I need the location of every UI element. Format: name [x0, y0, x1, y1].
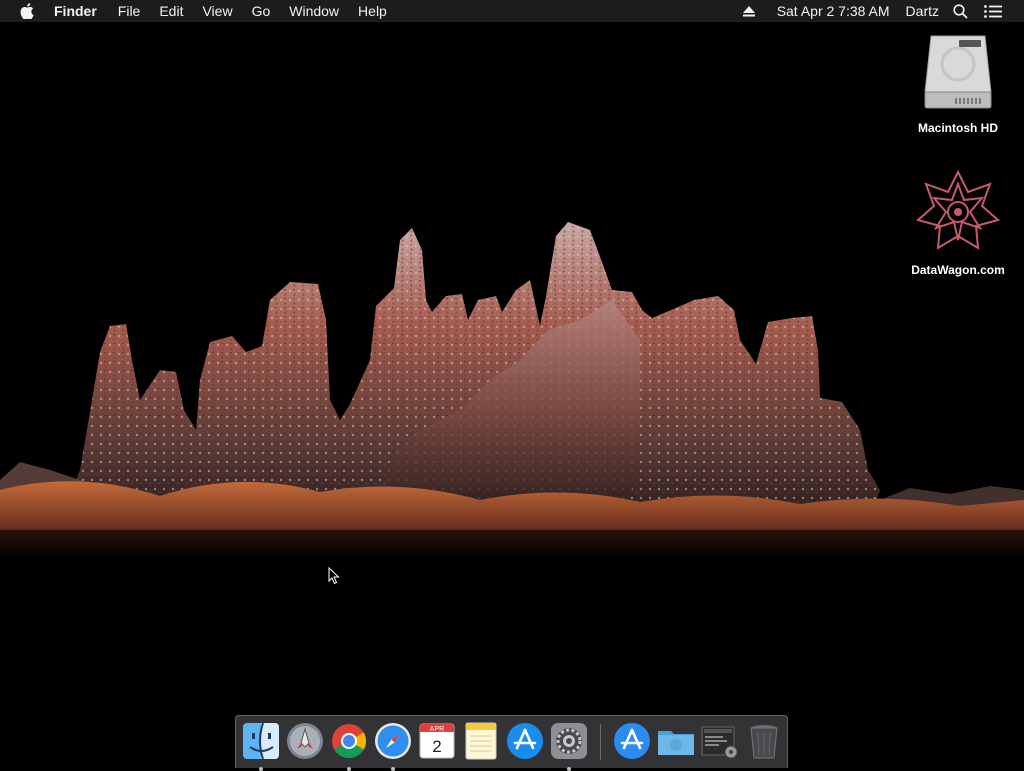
- dock-item-safari[interactable]: [373, 721, 413, 771]
- desktop-wallpaper: [0, 222, 1024, 570]
- dock-item-calendar[interactable]: APR 2: [417, 721, 457, 761]
- system-preferences-icon: [551, 723, 587, 759]
- desktop-icon-label: DataWagon.com: [911, 263, 1005, 277]
- app-store-icon: [507, 723, 543, 759]
- safari-icon: [375, 723, 411, 759]
- dock-item-downloads[interactable]: [656, 721, 696, 761]
- menu-view[interactable]: View: [202, 3, 232, 19]
- launchpad-icon: [287, 723, 323, 759]
- downloads-folder-icon: [658, 731, 694, 755]
- dock-item-recent-documents[interactable]: [700, 721, 740, 761]
- dock-item-launchpad[interactable]: [285, 721, 325, 761]
- menu-edit[interactable]: Edit: [159, 3, 183, 19]
- notes-icon: [465, 722, 497, 760]
- menu-go[interactable]: Go: [252, 3, 271, 19]
- calendar-month: APR: [430, 726, 444, 733]
- hard-drive-icon: [924, 35, 992, 109]
- trash-icon: [750, 725, 778, 759]
- desktop-icon-datawagon[interactable]: DataWagon.com: [903, 169, 1013, 277]
- applications-folder-icon: [614, 723, 650, 759]
- tufa-rock-formations: [0, 222, 1024, 520]
- fast-user-switch[interactable]: Dartz: [906, 3, 939, 19]
- calendar-icon: APR 2: [419, 723, 455, 759]
- notification-center-icon[interactable]: [984, 4, 1002, 18]
- menu-bar-clock[interactable]: Sat Apr 2 7:38 AM: [777, 3, 890, 19]
- dock-item-app-store[interactable]: [505, 721, 545, 761]
- menu-bar-extras: Sat Apr 2 7:38 AM Dartz: [742, 0, 1024, 22]
- dock-item-finder[interactable]: [241, 721, 281, 771]
- menu-app-finder[interactable]: Finder: [54, 3, 97, 19]
- menu-window[interactable]: Window: [289, 3, 339, 19]
- dock-item-system-preferences[interactable]: [549, 721, 589, 771]
- mouse-pointer-icon: [328, 567, 340, 585]
- datawagon-logo-icon: [915, 169, 1001, 250]
- menu-bar: Finder File Edit View Go Window Help Sat…: [0, 0, 1024, 22]
- desktop-icon-macintosh-hd[interactable]: Macintosh HD: [903, 32, 1013, 135]
- eject-icon[interactable]: [742, 5, 755, 17]
- dock: APR 2: [235, 715, 788, 771]
- chrome-icon: [332, 724, 366, 758]
- dock-item-notes[interactable]: [461, 721, 501, 761]
- finder-icon: [243, 722, 279, 760]
- dock-item-trash[interactable]: [744, 721, 784, 761]
- spotlight-search-icon[interactable]: [953, 3, 968, 19]
- calendar-day: 2: [432, 737, 441, 756]
- recent-documents-icon: [701, 726, 738, 759]
- apple-icon[interactable]: [20, 3, 34, 19]
- dock-item-applications[interactable]: [612, 721, 652, 761]
- dock-separator: [600, 724, 601, 760]
- menu-help[interactable]: Help: [358, 3, 387, 19]
- desktop-icon-label: Macintosh HD: [917, 121, 998, 135]
- menu-file[interactable]: File: [118, 3, 141, 19]
- dock-item-chrome[interactable]: [329, 721, 369, 771]
